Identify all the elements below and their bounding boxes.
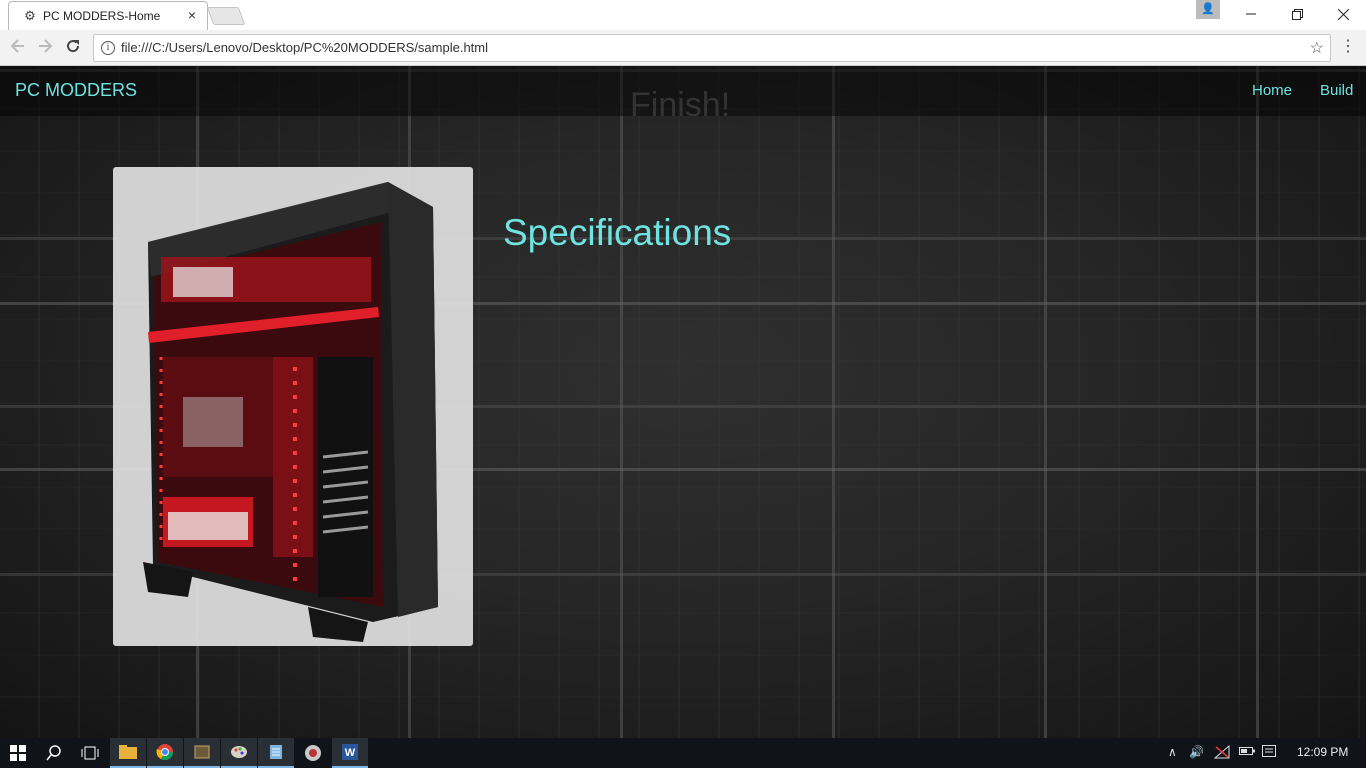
tray-chevron-icon[interactable]: ∧ (1168, 745, 1177, 759)
profile-icon[interactable]: 👤 (1196, 0, 1220, 19)
address-bar[interactable]: i file:///C:/Users/Lenovo/Desktop/PC%20M… (93, 34, 1331, 62)
battery-icon[interactable] (1239, 745, 1255, 760)
browser-tab[interactable]: ⚙ PC MODDERS-Home × (8, 1, 208, 31)
tab-close-icon[interactable]: × (185, 7, 199, 23)
forward-button[interactable] (35, 38, 55, 56)
tab-title: PC MODDERS-Home (43, 9, 161, 23)
pc-case-illustration (143, 182, 438, 642)
browser-menu-icon[interactable]: ⋮ (1340, 36, 1356, 58)
back-button[interactable] (8, 38, 28, 56)
minimize-button[interactable] (1228, 0, 1274, 28)
site-brand[interactable]: PC MODDERS (15, 80, 137, 101)
browser-toolbar: i file:///C:/Users/Lenovo/Desktop/PC%20M… (0, 30, 1366, 66)
network-icon[interactable] (1213, 744, 1230, 762)
windows-taskbar: W ∧ 🔊 12:09 PM (0, 738, 1366, 768)
task-view-icon[interactable] (72, 738, 108, 768)
nav-link-build[interactable]: Build (1320, 82, 1353, 99)
chrome-icon[interactable] (147, 738, 183, 768)
paint-icon[interactable] (221, 738, 257, 768)
specifications-heading: Specifications (503, 212, 732, 253)
close-window-button[interactable] (1320, 0, 1366, 28)
info-icon[interactable]: i (101, 41, 115, 55)
page-favicon-icon: ⚙ (24, 8, 36, 23)
volume-icon[interactable]: 🔊 (1189, 745, 1204, 759)
svg-text:W: W (345, 747, 356, 759)
bookmark-star-icon[interactable]: ☆ (1310, 38, 1324, 58)
page-content: PC MODDERS Home Build Finish! Specificat… (0, 66, 1366, 738)
search-icon[interactable] (36, 738, 72, 768)
tab-strip: ⚙ PC MODDERS-Home × 👤 (0, 0, 1366, 31)
windows-start-icon[interactable] (0, 738, 36, 768)
file-explorer-icon[interactable] (110, 738, 146, 768)
reload-button[interactable] (63, 38, 83, 56)
restore-button[interactable] (1274, 0, 1320, 28)
app-icon[interactable] (184, 738, 220, 768)
nav-link-home[interactable]: Home (1252, 82, 1292, 99)
new-tab-button[interactable] (206, 7, 246, 25)
url-text: file:///C:/Users/Lenovo/Desktop/PC%20MOD… (121, 40, 489, 55)
action-center-icon[interactable] (1262, 745, 1276, 762)
game-icon[interactable] (295, 738, 331, 768)
taskbar-clock[interactable]: 12:09 PM (1297, 745, 1348, 759)
notepad-icon[interactable] (258, 738, 294, 768)
ghost-heading: Finish! (630, 86, 731, 124)
pc-case-image (113, 167, 473, 646)
word-icon[interactable]: W (332, 738, 368, 768)
